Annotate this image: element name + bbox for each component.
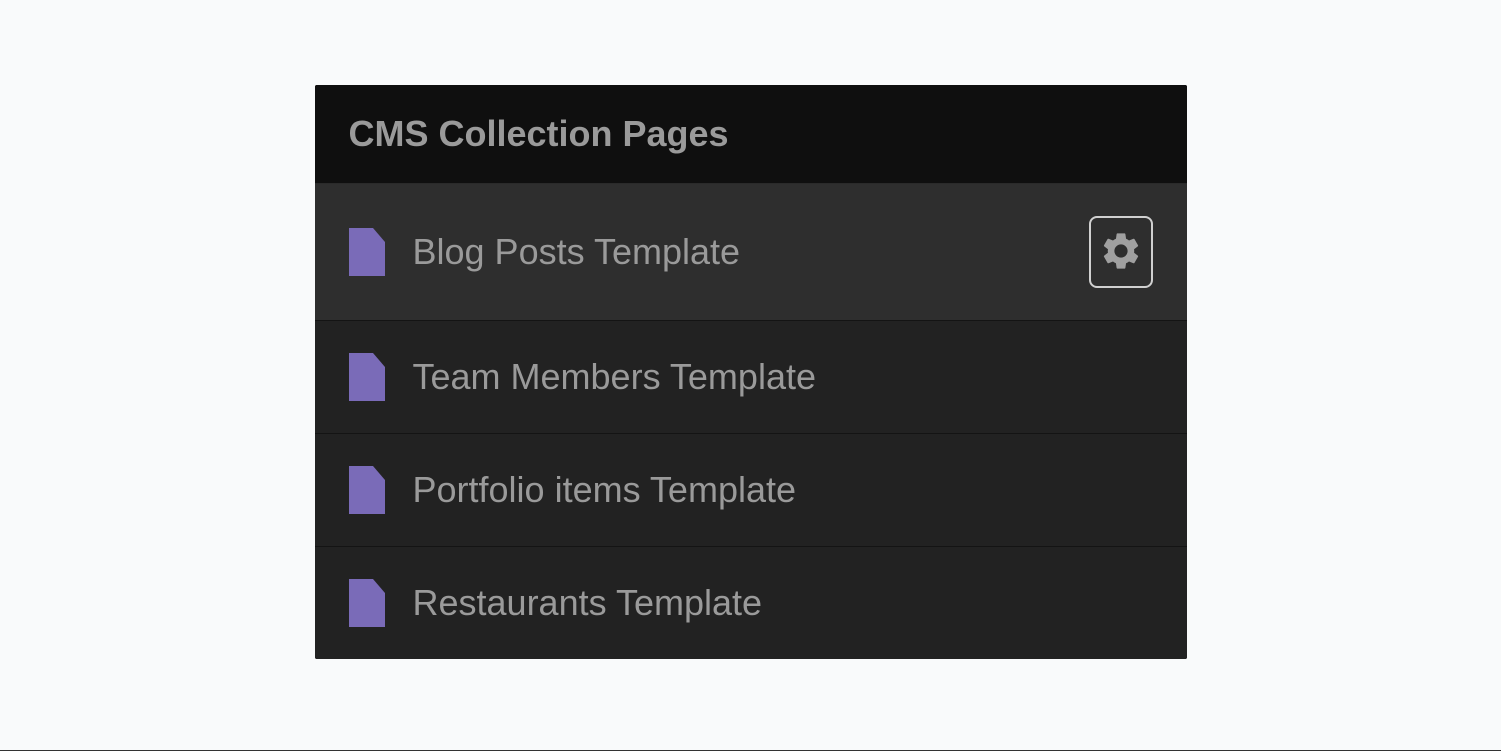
page-icon [349, 228, 385, 276]
settings-button[interactable] [1089, 216, 1153, 288]
list-item-label: Team Members Template [413, 356, 1153, 398]
panel-title: CMS Collection Pages [349, 113, 1153, 155]
list-item[interactable]: Team Members Template [315, 321, 1187, 434]
page-icon [349, 579, 385, 627]
list-item-label: Portfolio items Template [413, 469, 1153, 511]
list-item[interactable]: Portfolio items Template [315, 434, 1187, 547]
template-list: Blog Posts Template Team Members Templat… [315, 184, 1187, 659]
list-item-label: Restaurants Template [413, 582, 1153, 624]
page-icon [349, 353, 385, 401]
gear-icon [1099, 229, 1143, 276]
panel-header: CMS Collection Pages [315, 85, 1187, 184]
page-icon [349, 466, 385, 514]
cms-collection-pages-panel: CMS Collection Pages Blog Posts Template [315, 85, 1187, 659]
list-item[interactable]: Blog Posts Template [315, 184, 1187, 321]
list-item[interactable]: Restaurants Template [315, 547, 1187, 659]
list-item-label: Blog Posts Template [413, 231, 1089, 273]
